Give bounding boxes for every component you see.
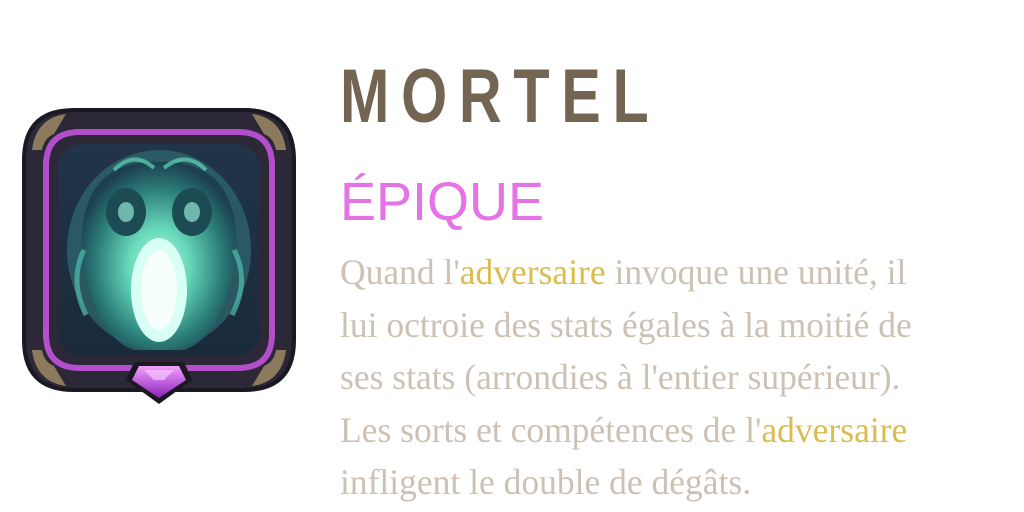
description-line-1: Quand l'adversaire invoque une unité, il [340, 252, 907, 292]
ghost-skull-icon [22, 108, 296, 404]
rarity-label: ÉPIQUE [340, 172, 545, 232]
purple-gem-icon [126, 362, 192, 404]
description-line-5: infligent le double de dégâts. [340, 462, 752, 502]
ability-icon-frame [14, 100, 304, 410]
ability-title: MORTEL [340, 54, 661, 139]
keyword-adversaire: adversaire [459, 252, 606, 292]
description-line-2: lui octroie des stats égales à la moitié… [340, 304, 912, 345]
keyword-adversaire: adversaire [761, 409, 908, 450]
ability-description: Quand l'adversaire invoque une unité, il… [340, 246, 912, 509]
description-line-3: ses stats (arrondies à l'entier supérieu… [340, 357, 901, 397]
description-line-4: Les sorts et compétences de l'adversaire [340, 409, 908, 450]
ability-card: MORTEL ÉPIQUE Quand l'adversaire invoque… [0, 0, 1024, 512]
